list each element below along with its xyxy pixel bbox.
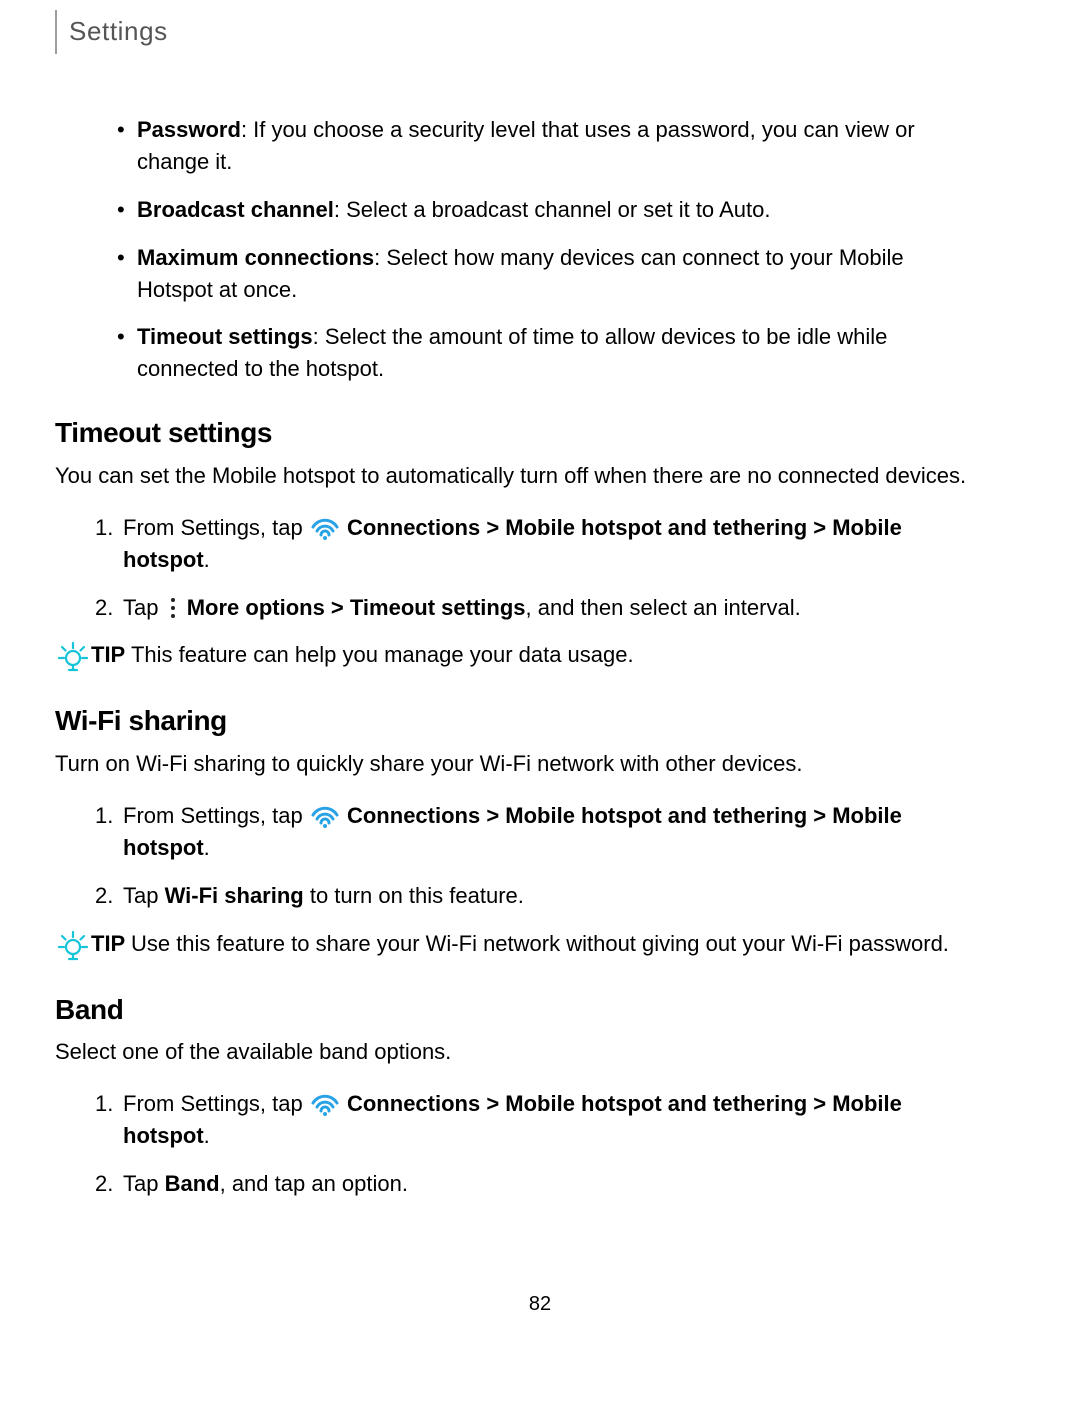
page-content: Password: If you choose a security level…: [55, 114, 1025, 1319]
tip-body: This feature can help you manage your da…: [131, 642, 634, 667]
section-para: You can set the Mobile hotspot to automa…: [55, 460, 1025, 492]
step-item: Tap More options > Timeout settings, and…: [95, 592, 1025, 624]
step-item: From Settings, tap Connections > Mobile …: [95, 1088, 1025, 1152]
bullet-desc: : If you choose a security level that us…: [137, 117, 915, 174]
section-heading-band: Band: [55, 990, 1025, 1031]
step-text: From Settings, tap: [123, 803, 309, 828]
wifi-icon: [309, 801, 341, 829]
step-bold: Band: [165, 1171, 220, 1196]
step-text: Tap: [123, 595, 165, 620]
steps-list: From Settings, tap Connections > Mobile …: [55, 1088, 1025, 1200]
step-tail: , and then select an interval.: [526, 595, 801, 620]
bullet-term: Maximum connections: [137, 245, 374, 270]
intro-bullet-list: Password: If you choose a security level…: [55, 114, 1025, 385]
tip-callout: TIP Use this feature to share your Wi-Fi…: [55, 928, 1025, 962]
step-item: Tap Wi-Fi sharing to turn on this featur…: [95, 880, 1025, 912]
step-tail: .: [204, 547, 210, 572]
tip-body: Use this feature to share your Wi-Fi net…: [131, 931, 949, 956]
steps-list: From Settings, tap Connections > Mobile …: [55, 512, 1025, 624]
tip-icon-wrap: [55, 928, 91, 962]
step-bold: More options > Timeout settings: [187, 595, 526, 620]
page-number: 82: [55, 1290, 1025, 1319]
wifi-icon: [309, 1089, 341, 1117]
bullet-item: Password: If you choose a security level…: [137, 114, 1025, 178]
lightbulb-icon: [57, 641, 89, 673]
step-text: Tap: [123, 883, 165, 908]
bullet-term: Broadcast channel: [137, 197, 334, 222]
step-tail: , and tap an option.: [220, 1171, 408, 1196]
lightbulb-icon: [57, 930, 89, 962]
step-bold: Wi-Fi sharing: [165, 883, 304, 908]
bullet-term: Password: [137, 117, 241, 142]
step-text: From Settings, tap: [123, 515, 309, 540]
wifi-icon: [309, 513, 341, 541]
page: Settings Password: If you choose a secur…: [0, 10, 1080, 1407]
section-heading-timeout: Timeout settings: [55, 413, 1025, 454]
page-header-title: Settings: [69, 13, 168, 51]
section-para: Turn on Wi-Fi sharing to quickly share y…: [55, 748, 1025, 780]
bullet-desc: : Select a broadcast channel or set it t…: [334, 197, 771, 222]
bullet-item: Timeout settings: Select the amount of t…: [137, 321, 1025, 385]
bullet-term: Timeout settings: [137, 324, 313, 349]
tip-label: TIP: [91, 931, 131, 956]
tip-text: TIP Use this feature to share your Wi-Fi…: [91, 928, 965, 960]
tip-text: TIP This feature can help you manage you…: [91, 639, 965, 671]
step-item: From Settings, tap Connections > Mobile …: [95, 512, 1025, 576]
step-tail: .: [204, 835, 210, 860]
step-text: From Settings, tap: [123, 1091, 309, 1116]
step-item: From Settings, tap Connections > Mobile …: [95, 800, 1025, 864]
bullet-item: Maximum connections: Select how many dev…: [137, 242, 1025, 306]
step-text: Tap: [123, 1171, 165, 1196]
step-tail: .: [204, 1123, 210, 1148]
tip-callout: TIP This feature can help you manage you…: [55, 639, 1025, 673]
tip-label: TIP: [91, 642, 131, 667]
tip-icon-wrap: [55, 639, 91, 673]
step-tail: to turn on this feature.: [304, 883, 524, 908]
page-header: Settings: [55, 10, 1025, 54]
bullet-item: Broadcast channel: Select a broadcast ch…: [137, 194, 1025, 226]
section-para: Select one of the available band options…: [55, 1036, 1025, 1068]
steps-list: From Settings, tap Connections > Mobile …: [55, 800, 1025, 912]
step-item: Tap Band, and tap an option.: [95, 1168, 1025, 1200]
more-options-icon: [168, 597, 178, 619]
section-heading-wifisharing: Wi-Fi sharing: [55, 701, 1025, 742]
